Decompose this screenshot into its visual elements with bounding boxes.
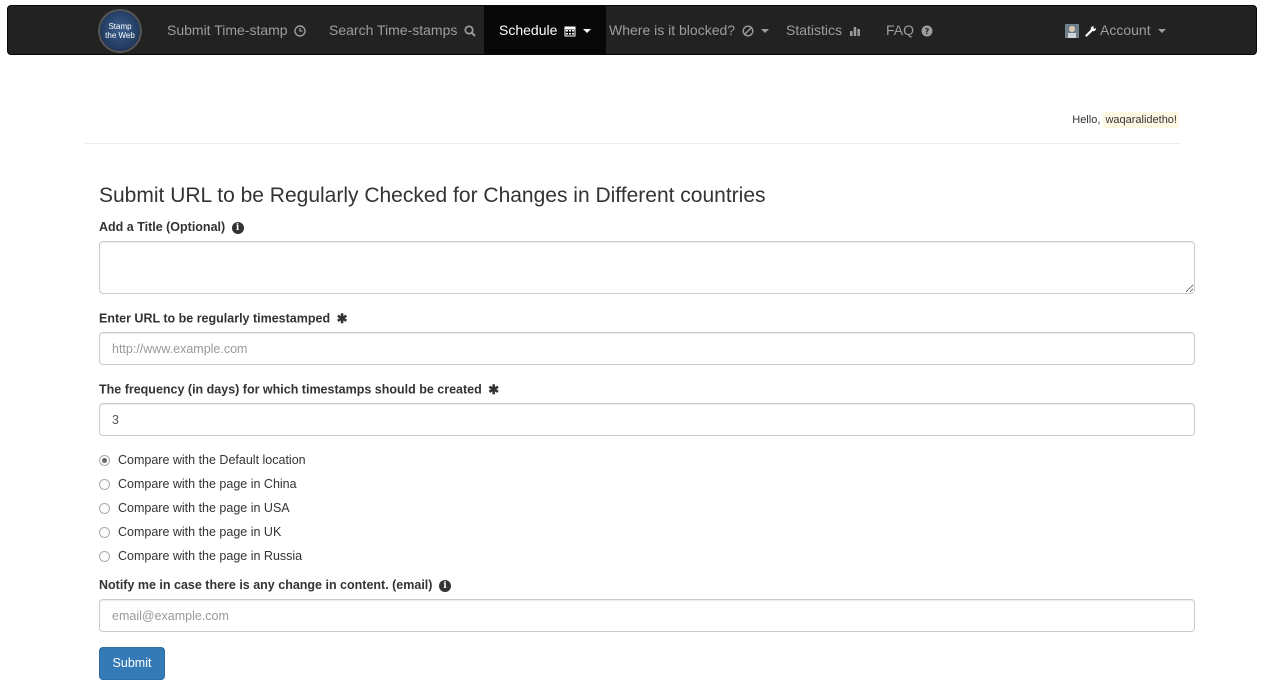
- nav-statistics-label: Statistics: [786, 22, 843, 38]
- brand-line-1: Stamp: [108, 22, 132, 31]
- location-option-label: Compare with the page in Russia: [118, 549, 303, 563]
- frequency-field-label-text: The frequency (in days) for which timest…: [99, 382, 482, 397]
- chevron-down-icon: [583, 29, 592, 34]
- calendar-icon: [564, 26, 576, 37]
- divider: [85, 143, 1180, 144]
- radio-button[interactable]: [99, 526, 110, 538]
- brand-logo[interactable]: Stamp the Web: [100, 11, 140, 51]
- nav-statistics[interactable]: Statistics: [786, 6, 861, 54]
- nav-where-blocked-label: Where is it blocked?: [609, 22, 736, 38]
- location-option-default[interactable]: Compare with the Default location: [99, 453, 306, 467]
- location-option-label: Compare with the page in USA: [118, 501, 290, 515]
- chevron-down-icon: [760, 29, 769, 34]
- brand-line-2: the Web: [105, 31, 135, 40]
- greeting: Hello, waqaralidetho!: [1072, 112, 1179, 128]
- url-field-label-text: Enter URL to be regularly timestamped: [99, 311, 331, 326]
- location-option-usa[interactable]: Compare with the page in USA: [99, 501, 290, 515]
- submit-button[interactable]: Submit: [99, 647, 165, 680]
- nav-submit-timestamp[interactable]: Submit Time-stamp: [167, 6, 307, 54]
- frequency-field-label: The frequency (in days) for which timest…: [99, 382, 499, 398]
- frequency-input[interactable]: [99, 403, 1195, 436]
- nav-where-blocked[interactable]: Where is it blocked?: [609, 6, 769, 54]
- chevron-down-icon: [1157, 29, 1166, 34]
- info-icon[interactable]: i: [438, 579, 451, 592]
- location-option-label: Compare with the Default location: [118, 453, 306, 467]
- avatar: [1065, 24, 1079, 39]
- wrench-icon: [1085, 26, 1096, 37]
- radio-button[interactable]: [99, 478, 110, 490]
- radio-button[interactable]: [99, 550, 110, 562]
- nav-account[interactable]: Account: [1065, 6, 1166, 54]
- radio-button[interactable]: [99, 502, 110, 514]
- nav-faq[interactable]: FAQ ?: [886, 6, 933, 54]
- search-icon: [464, 25, 476, 38]
- location-option-label: Compare with the page in China: [118, 477, 297, 491]
- nav-account-label: Account: [1100, 22, 1151, 38]
- asterisk-icon: ✱: [336, 311, 348, 326]
- email-field-label: Notify me in case there is any change in…: [99, 578, 451, 592]
- clock-icon: [294, 25, 307, 37]
- nav-search-timestamps-label: Search Time-stamps: [329, 22, 458, 38]
- radio-button[interactable]: [99, 454, 110, 466]
- bar-chart-icon: [849, 27, 860, 37]
- nav-search-timestamps[interactable]: Search Time-stamps: [329, 6, 476, 54]
- url-input[interactable]: [99, 332, 1195, 365]
- info-icon[interactable]: i: [231, 221, 244, 234]
- location-option-russia[interactable]: Compare with the page in Russia: [99, 549, 302, 563]
- location-option-label: Compare with the page in UK: [118, 525, 282, 539]
- username-highlight: waqaralidetho!: [1103, 112, 1179, 128]
- question-circle-icon: ?: [921, 25, 933, 37]
- email-input[interactable]: [99, 599, 1195, 632]
- top-navbar: Stamp the Web Submit Time-stamp Search T…: [7, 5, 1257, 55]
- title-field-label-text: Add a Title (Optional): [99, 220, 226, 234]
- location-option-uk[interactable]: Compare with the page in UK: [99, 525, 281, 539]
- svg-text:?: ?: [925, 27, 930, 36]
- title-field-label: Add a Title (Optional) i: [99, 220, 244, 234]
- nav-faq-label: FAQ: [886, 22, 915, 38]
- location-option-china[interactable]: Compare with the page in China: [99, 477, 297, 491]
- nav-submit-timestamp-label: Submit Time-stamp: [167, 22, 288, 38]
- greeting-prefix: Hello,: [1072, 114, 1101, 126]
- asterisk-icon: ✱: [488, 382, 500, 397]
- nav-schedule[interactable]: Schedule: [484, 6, 607, 54]
- email-field-label-text: Notify me in case there is any change in…: [99, 578, 433, 592]
- page-title: Submit URL to be Regularly Checked for C…: [99, 184, 766, 207]
- url-field-label: Enter URL to be regularly timestamped ✱: [99, 311, 347, 327]
- title-textarea[interactable]: [99, 241, 1195, 294]
- nav-schedule-label: Schedule: [499, 22, 558, 38]
- ban-icon: [742, 25, 754, 37]
